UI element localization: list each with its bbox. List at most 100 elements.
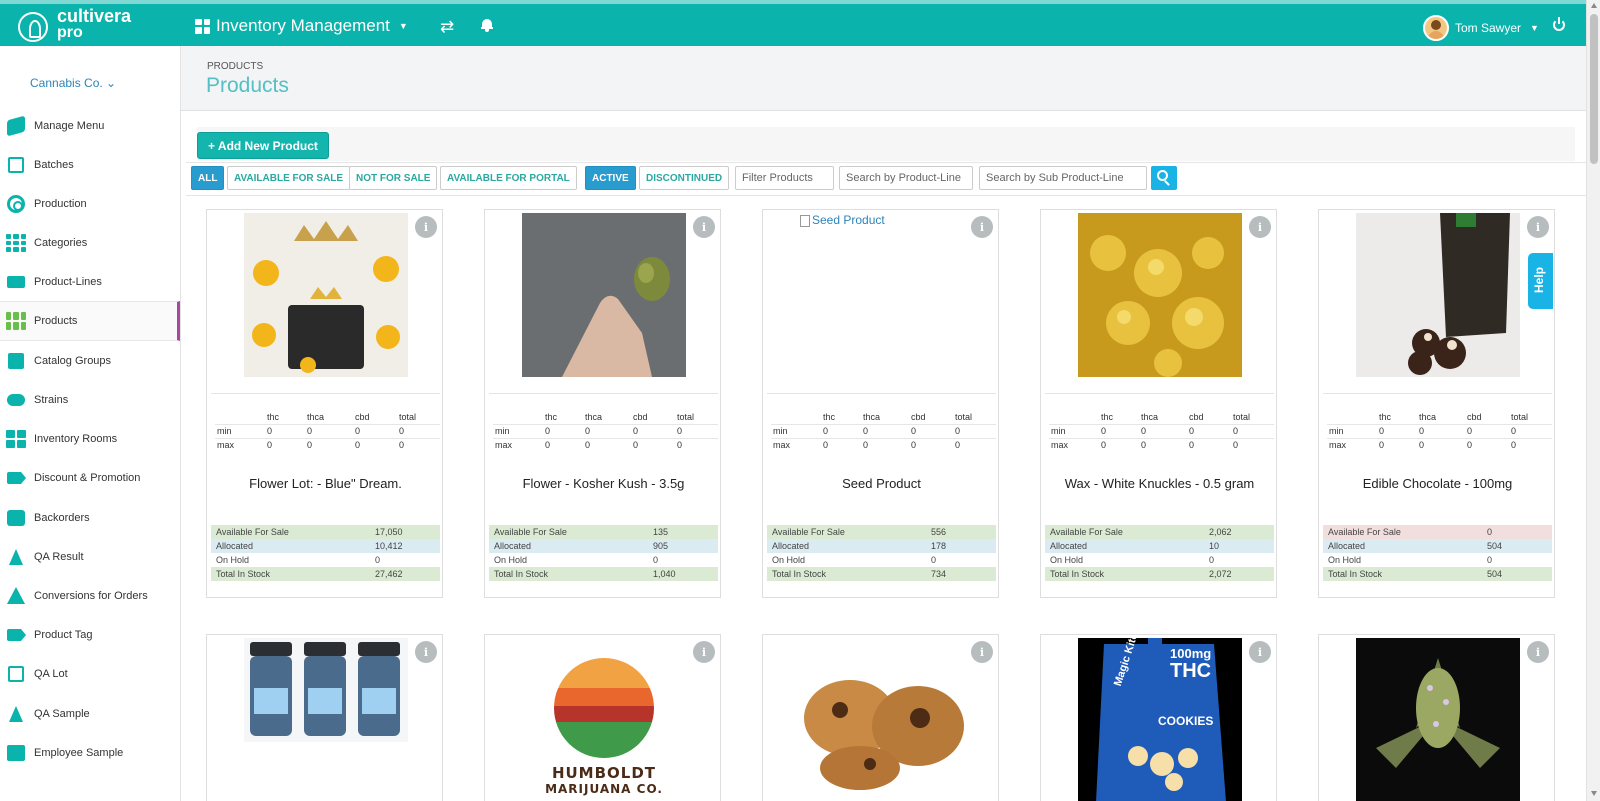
product-name[interactable]: Edible Chocolate - 100mg xyxy=(1319,476,1556,491)
info-icon[interactable]: i xyxy=(1527,216,1549,238)
product-card[interactable]: HUMBOLDT MARIJUANA CO. i xyxy=(484,634,721,801)
search-button[interactable] xyxy=(1151,166,1177,190)
product-card[interactable]: i xyxy=(762,634,999,801)
swap-arrows-icon[interactable]: ⇄ xyxy=(440,17,454,37)
potency-row-label: max xyxy=(493,437,545,452)
product-card[interactable]: i xyxy=(1318,634,1555,801)
potency-value: 0 xyxy=(955,437,996,452)
product-card[interactable]: i xyxy=(206,634,443,801)
product-image[interactable] xyxy=(244,638,408,742)
info-icon[interactable]: i xyxy=(971,216,993,238)
sidebar-item-label: Discount & Promotion xyxy=(34,472,141,484)
product-line-search-input[interactable] xyxy=(839,166,973,190)
sidebar-item-batches[interactable]: Batches xyxy=(0,145,180,185)
help-tab[interactable]: Help xyxy=(1528,253,1553,309)
product-image[interactable]: Flower Lot: - Blue" Dream. xyxy=(244,213,408,377)
potency-header: total xyxy=(1233,411,1251,422)
product-name[interactable]: Flower - Kosher Kush - 3.5g xyxy=(485,476,722,491)
filter-available-for-portal-button[interactable]: AVAILABLE FOR PORTAL xyxy=(440,166,577,190)
potency-row-label: max xyxy=(215,437,267,452)
stock-label: Allocated xyxy=(1045,539,1204,553)
rooms-icon xyxy=(6,429,26,449)
sidebar-item-product-lines[interactable]: Product-Lines xyxy=(0,262,180,302)
sidebar-item-manage-menu[interactable]: Manage Menu xyxy=(0,106,180,146)
power-logout-icon[interactable] xyxy=(1553,17,1565,31)
product-name[interactable]: Flower Lot: - Blue" Dream. xyxy=(207,476,444,491)
breadcrumb[interactable]: PRODUCTS xyxy=(207,61,263,72)
product-image[interactable] xyxy=(1356,213,1520,377)
sidebar-item-backorders[interactable]: Backorders xyxy=(0,498,180,538)
product-image[interactable]: 100mg THC Magic Kitchen COOKIES xyxy=(1078,638,1242,801)
filter-available-for-sale-button[interactable]: AVAILABLE FOR SALE xyxy=(227,166,351,190)
sidebar-item-catalog-groups[interactable]: Catalog Groups xyxy=(0,341,180,381)
add-new-product-button[interactable]: + Add New Product xyxy=(197,132,329,159)
scroll-down-icon[interactable] xyxy=(1591,791,1597,796)
filter-active-button[interactable]: ACTIVE xyxy=(585,166,636,190)
stock-label: Total In Stock xyxy=(1323,567,1482,581)
sidebar-item-qa-lot[interactable]: QA Lot xyxy=(0,654,180,694)
product-name[interactable]: Wax - White Knuckles - 0.5 gram xyxy=(1041,476,1278,491)
bell-icon[interactable] xyxy=(481,18,493,32)
scroll-thumb[interactable] xyxy=(1590,14,1598,164)
filter-products-input[interactable] xyxy=(735,166,834,190)
sidebar-item-categories[interactable]: Categories xyxy=(0,223,180,263)
sidebar-item-qa-result[interactable]: QA Result xyxy=(0,537,180,577)
module-switcher[interactable]: Inventory Management ▼ xyxy=(195,16,408,36)
company-selector[interactable]: Cannabis Co. ⌄ xyxy=(30,76,116,90)
product-card[interactable]: i thc thca cbd total min 0 0 0 0 max 0 0 0 0 Wax - … xyxy=(1040,209,1277,598)
info-icon[interactable]: i xyxy=(1249,641,1271,663)
filter-discontinued-button[interactable]: DISCONTINUED xyxy=(639,166,730,190)
filter-all-button[interactable]: ALL xyxy=(191,166,225,190)
stock-value: 178 xyxy=(926,539,996,553)
stock-value: 2,062 xyxy=(1204,525,1274,539)
user-menu[interactable]: Tom Sawyer ▼ xyxy=(1423,15,1539,41)
info-icon[interactable]: i xyxy=(971,641,993,663)
page-header: PRODUCTS Products xyxy=(181,46,1586,111)
product-card[interactable]: Seed Product i thc thca cbd total min 0 0 0 0 m… xyxy=(762,209,999,598)
potency-value: 0 xyxy=(911,423,955,438)
stock-value: 135 xyxy=(648,525,718,539)
sidebar-item-strains[interactable]: Strains xyxy=(0,380,180,420)
potency-value: 0 xyxy=(823,423,863,438)
sidebar-item-discount[interactable]: Discount & Promotion xyxy=(0,458,180,498)
vertical-scrollbar[interactable] xyxy=(1586,0,1600,801)
product-image[interactable]: HUMBOLDT MARIJUANA CO. xyxy=(522,638,686,801)
product-image[interactable] xyxy=(1078,213,1242,377)
sidebar-item-qa-sample[interactable]: QA Sample xyxy=(0,694,180,734)
info-icon[interactable]: i xyxy=(415,216,437,238)
sidebar-item-inventory-rooms[interactable]: Inventory Rooms xyxy=(0,419,180,459)
product-image[interactable] xyxy=(800,638,964,801)
product-image[interactable] xyxy=(522,213,686,377)
sidebar-item-product-tag[interactable]: Product Tag xyxy=(0,615,180,655)
stock-table: Available For Sale 2,062 Allocated 10 On H… xyxy=(1045,525,1274,581)
info-icon[interactable]: i xyxy=(693,641,715,663)
stock-value: 17,050 xyxy=(370,525,440,539)
product-card[interactable]: i thc thca cbd total min 0 0 0 0 max 0 0 0 0 Flower… xyxy=(484,209,721,598)
info-icon[interactable]: i xyxy=(1249,216,1271,238)
flask-icon xyxy=(6,547,26,567)
top-navbar: cultivera pro Inventory Management ▼ ⇄ T… xyxy=(0,0,1586,46)
sidebar-item-production[interactable]: Production xyxy=(0,184,180,224)
info-icon[interactable]: i xyxy=(1527,641,1549,663)
product-card[interactable]: 100mg THC Magic Kitchen COOKIES i xyxy=(1040,634,1277,801)
menu-icon xyxy=(6,115,26,137)
cultivera-logo-icon[interactable] xyxy=(18,12,48,42)
product-name[interactable]: Seed Product xyxy=(763,476,1000,491)
product-image-broken[interactable]: Seed Product xyxy=(800,213,964,377)
sidebar-item-conversions[interactable]: Conversions for Orders xyxy=(0,576,180,616)
potency-value: 0 xyxy=(399,437,440,452)
sidebar-item-employee-sample[interactable]: Employee Sample xyxy=(0,733,180,773)
info-icon[interactable]: i xyxy=(415,641,437,663)
stock-label: Total In Stock xyxy=(489,567,648,581)
scroll-up-icon[interactable] xyxy=(1591,3,1597,8)
sub-product-line-search-input[interactable] xyxy=(979,166,1147,190)
sidebar-item-products[interactable]: Products xyxy=(0,301,180,341)
info-icon[interactable]: i xyxy=(693,216,715,238)
sidebar-item-label: Product Tag xyxy=(34,629,93,641)
brand-name[interactable]: cultivera pro xyxy=(57,7,131,41)
filter-not-for-sale-button[interactable]: NOT FOR SALE xyxy=(349,166,438,190)
product-card[interactable]: Flower Lot: - Blue" Dream. i thc thca cbd t… xyxy=(206,209,443,598)
product-card[interactable]: i thc thca cbd total min 0 0 0 0 max 0 0 0 0 Edible… xyxy=(1318,209,1555,598)
potency-header: thca xyxy=(863,411,881,422)
product-image[interactable] xyxy=(1356,638,1520,801)
